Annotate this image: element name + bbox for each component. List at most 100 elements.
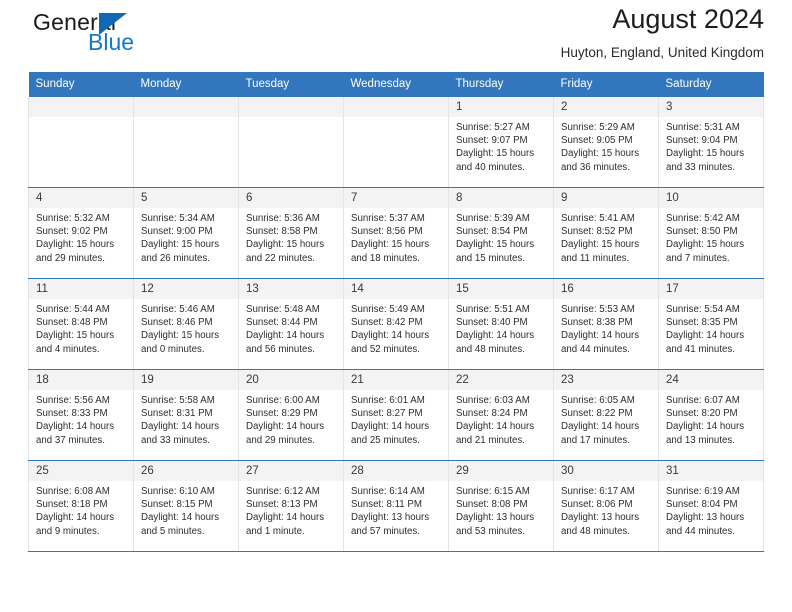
weekday-header-friday: Friday [553, 72, 659, 97]
day-cell-inner: 19 Sunrise: 5:58 AM Sunset: 8:31 PM Dayligh… [134, 370, 238, 460]
daylight-text-line1: Daylight: 15 hours [141, 239, 220, 251]
daylight-text-line1: Daylight: 14 hours [561, 330, 640, 342]
general-blue-logo[interactable]: General Blue [28, 9, 228, 59]
daylight-text-line2: and 29 minutes. [246, 434, 315, 446]
day-cell[interactable]: 26 Sunrise: 6:10 AM Sunset: 8:15 PM Dayligh… [133, 460, 239, 552]
sunrise-text: Sunrise: 5:41 AM [561, 213, 635, 224]
daylight-text-line2: and 22 minutes. [246, 252, 315, 264]
day-cell[interactable]: 8 Sunrise: 5:39 AM Sunset: 8:54 PM Daylight… [448, 187, 554, 279]
day-cell-inner: 21 Sunrise: 6:01 AM Sunset: 8:27 PM Dayligh… [344, 370, 448, 460]
day-cell[interactable]: 12 Sunrise: 5:46 AM Sunset: 8:46 PM Dayligh… [133, 278, 239, 370]
day-cell[interactable]: 5 Sunrise: 5:34 AM Sunset: 9:00 PM Daylight… [133, 187, 239, 279]
day-cell-inner: 28 Sunrise: 6:14 AM Sunset: 8:11 PM Dayligh… [344, 461, 448, 551]
day-details: Sunrise: 5:44 AM Sunset: 8:48 PM Daylight:… [29, 299, 133, 356]
day-cell[interactable]: 18 Sunrise: 5:56 AM Sunset: 8:33 PM Dayligh… [28, 369, 134, 461]
day-cell[interactable]: 10 Sunrise: 5:42 AM Sunset: 8:50 PM Dayligh… [658, 187, 764, 279]
day-cell[interactable]: 9 Sunrise: 5:41 AM Sunset: 8:52 PM Daylight… [553, 187, 659, 279]
day-cell[interactable]: 21 Sunrise: 6:01 AM Sunset: 8:27 PM Dayligh… [343, 369, 449, 461]
day-cell-inner: 27 Sunrise: 6:12 AM Sunset: 8:13 PM Dayligh… [239, 461, 343, 551]
day-cell-inner [344, 97, 448, 187]
day-details: Sunrise: 5:41 AM Sunset: 8:52 PM Daylight:… [554, 208, 658, 265]
calendar-week-row: 25 Sunrise: 6:08 AM Sunset: 8:18 PM Dayligh… [28, 460, 764, 552]
sunrise-text: Sunrise: 5:46 AM [141, 304, 215, 315]
sunrise-text: Sunrise: 5:51 AM [456, 304, 530, 315]
day-cell-inner: 3 Sunrise: 5:31 AM Sunset: 9:04 PM Daylight… [659, 97, 763, 187]
day-cell[interactable]: 6 Sunrise: 5:36 AM Sunset: 8:58 PM Daylight… [238, 187, 344, 279]
daylight-text-line2: and 13 minutes. [666, 434, 735, 446]
daylight-text-line1: Daylight: 13 hours [351, 512, 430, 524]
day-number: 4 [29, 188, 133, 208]
daylight-text-line1: Daylight: 15 hours [666, 239, 745, 251]
day-cell[interactable]: 29 Sunrise: 6:15 AM Sunset: 8:08 PM Dayligh… [448, 460, 554, 552]
day-details: Sunrise: 6:00 AM Sunset: 8:29 PM Daylight:… [239, 390, 343, 447]
day-details: Sunrise: 6:19 AM Sunset: 8:04 PM Daylight:… [659, 481, 763, 538]
day-details: Sunrise: 6:14 AM Sunset: 8:11 PM Daylight:… [344, 481, 448, 538]
sunset-text: Sunset: 9:02 PM [36, 226, 108, 238]
day-cell[interactable]: 20 Sunrise: 6:00 AM Sunset: 8:29 PM Dayligh… [238, 369, 344, 461]
day-cell[interactable]: 22 Sunrise: 6:03 AM Sunset: 8:24 PM Dayligh… [448, 369, 554, 461]
sunrise-text: Sunrise: 5:36 AM [246, 213, 320, 224]
sunset-text: Sunset: 8:33 PM [36, 408, 108, 420]
day-number: 31 [659, 461, 763, 481]
day-cell-empty [343, 97, 449, 188]
day-cell[interactable]: 7 Sunrise: 5:37 AM Sunset: 8:56 PM Daylight… [343, 187, 449, 279]
daylight-text-line1: Daylight: 14 hours [561, 421, 640, 433]
daylight-text-line1: Daylight: 15 hours [36, 239, 115, 251]
day-cell-inner: 1 Sunrise: 5:27 AM Sunset: 9:07 PM Daylight… [449, 97, 553, 187]
day-cell[interactable]: 1 Sunrise: 5:27 AM Sunset: 9:07 PM Daylight… [448, 97, 554, 188]
day-number: 10 [659, 188, 763, 208]
day-cell[interactable]: 14 Sunrise: 5:49 AM Sunset: 8:42 PM Dayligh… [343, 278, 449, 370]
day-cell[interactable]: 23 Sunrise: 6:05 AM Sunset: 8:22 PM Dayligh… [553, 369, 659, 461]
daylight-text-line1: Daylight: 14 hours [456, 421, 535, 433]
day-cell-inner: 10 Sunrise: 5:42 AM Sunset: 8:50 PM Dayligh… [659, 188, 763, 278]
sunset-text: Sunset: 8:40 PM [456, 317, 528, 329]
day-details: Sunrise: 5:42 AM Sunset: 8:50 PM Daylight:… [659, 208, 763, 265]
day-cell[interactable]: 4 Sunrise: 5:32 AM Sunset: 9:02 PM Daylight… [28, 187, 134, 279]
day-cell[interactable]: 11 Sunrise: 5:44 AM Sunset: 8:48 PM Dayligh… [28, 278, 134, 370]
sunrise-text: Sunrise: 6:03 AM [456, 395, 530, 406]
day-cell[interactable]: 19 Sunrise: 5:58 AM Sunset: 8:31 PM Dayligh… [133, 369, 239, 461]
day-details: Sunrise: 6:07 AM Sunset: 8:20 PM Daylight:… [659, 390, 763, 447]
daylight-text-line1: Daylight: 15 hours [246, 239, 325, 251]
daylight-text-line2: and 36 minutes. [561, 161, 630, 173]
logo-text-blue: Blue [88, 29, 135, 55]
day-cell-inner: 22 Sunrise: 6:03 AM Sunset: 8:24 PM Dayligh… [449, 370, 553, 460]
day-cell[interactable]: 15 Sunrise: 5:51 AM Sunset: 8:40 PM Dayligh… [448, 278, 554, 370]
daylight-text-line2: and 1 minute. [246, 525, 305, 537]
page-title: August 2024 [612, 4, 764, 34]
daylight-text-line2: and 7 minutes. [666, 252, 730, 264]
day-details: Sunrise: 5:34 AM Sunset: 9:00 PM Daylight:… [134, 208, 238, 265]
daylight-text-line2: and 4 minutes. [36, 343, 100, 355]
day-details: Sunrise: 6:03 AM Sunset: 8:24 PM Daylight:… [449, 390, 553, 447]
sunset-text: Sunset: 8:46 PM [141, 317, 213, 329]
day-cell[interactable]: 17 Sunrise: 5:54 AM Sunset: 8:35 PM Dayligh… [658, 278, 764, 370]
sunset-text: Sunset: 8:08 PM [456, 499, 528, 511]
day-cell-inner: 4 Sunrise: 5:32 AM Sunset: 9:02 PM Daylight… [29, 188, 133, 278]
day-number: 5 [134, 188, 238, 208]
weekday-header-saturday: Saturday [658, 72, 764, 97]
day-cell[interactable]: 2 Sunrise: 5:29 AM Sunset: 9:05 PM Daylight… [553, 97, 659, 188]
sunset-text: Sunset: 8:48 PM [36, 317, 108, 329]
day-cell[interactable]: 30 Sunrise: 6:17 AM Sunset: 8:06 PM Dayligh… [553, 460, 659, 552]
sunrise-text: Sunrise: 5:31 AM [666, 122, 740, 133]
day-details: Sunrise: 6:05 AM Sunset: 8:22 PM Daylight:… [554, 390, 658, 447]
day-cell[interactable]: 3 Sunrise: 5:31 AM Sunset: 9:04 PM Daylight… [658, 97, 764, 188]
sunrise-text: Sunrise: 6:01 AM [351, 395, 425, 406]
day-cell[interactable]: 24 Sunrise: 6:07 AM Sunset: 8:20 PM Dayligh… [658, 369, 764, 461]
day-cell[interactable]: 16 Sunrise: 5:53 AM Sunset: 8:38 PM Dayligh… [553, 278, 659, 370]
sunrise-text: Sunrise: 5:39 AM [456, 213, 530, 224]
daylight-text-line2: and 18 minutes. [351, 252, 420, 264]
day-cell[interactable]: 13 Sunrise: 5:48 AM Sunset: 8:44 PM Dayligh… [238, 278, 344, 370]
sunset-text: Sunset: 8:56 PM [351, 226, 423, 238]
daylight-text-line1: Daylight: 14 hours [456, 330, 535, 342]
day-details: Sunrise: 6:17 AM Sunset: 8:06 PM Daylight:… [554, 481, 658, 538]
day-cell[interactable]: 27 Sunrise: 6:12 AM Sunset: 8:13 PM Dayligh… [238, 460, 344, 552]
day-number: 18 [29, 370, 133, 390]
day-details: Sunrise: 5:39 AM Sunset: 8:54 PM Daylight:… [449, 208, 553, 265]
day-cell[interactable]: 31 Sunrise: 6:19 AM Sunset: 8:04 PM Dayligh… [658, 460, 764, 552]
day-cell[interactable]: 25 Sunrise: 6:08 AM Sunset: 8:18 PM Dayligh… [28, 460, 134, 552]
day-cell-inner: 30 Sunrise: 6:17 AM Sunset: 8:06 PM Dayligh… [554, 461, 658, 551]
weekday-header-sunday: Sunday [28, 72, 134, 97]
day-cell[interactable]: 28 Sunrise: 6:14 AM Sunset: 8:11 PM Dayligh… [343, 460, 449, 552]
day-details: Sunrise: 5:46 AM Sunset: 8:46 PM Daylight:… [134, 299, 238, 356]
